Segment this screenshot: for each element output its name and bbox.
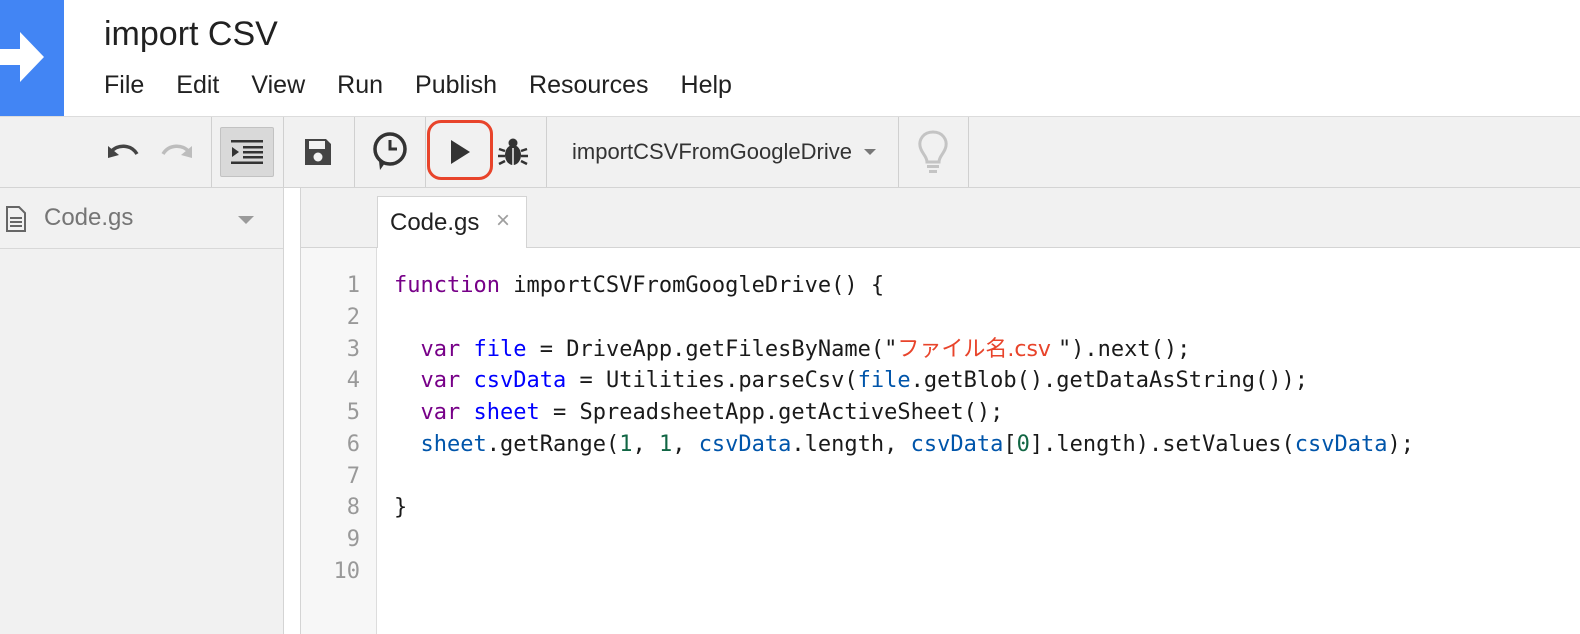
code-string: ファイル名.csv	[897, 337, 1058, 362]
code-token: csvData	[698, 432, 792, 457]
line-number: 2	[346, 305, 360, 330]
code-token: var	[420, 368, 461, 393]
code-token: ,	[632, 432, 659, 457]
menu-file[interactable]: File	[104, 70, 144, 100]
file-name: Code.gs	[44, 204, 134, 231]
run-button[interactable]	[440, 117, 480, 187]
code-token: = SpreadsheetApp.getActiveSheet();	[539, 400, 1004, 425]
chevron-down-icon	[863, 149, 876, 155]
app-header: import CSV File Edit View Run Publish Re…	[0, 0, 1580, 117]
close-icon[interactable]: ×	[496, 208, 510, 234]
code-token: ,	[672, 432, 699, 457]
code-token: sheet	[473, 400, 540, 425]
line-number: 6	[346, 432, 360, 457]
arrow-right-icon	[0, 32, 44, 82]
indent-icon	[231, 140, 263, 164]
save-icon	[305, 139, 331, 165]
chevron-down-icon[interactable]	[238, 216, 254, 224]
line-number: 4	[346, 368, 360, 393]
code-token: importCSVFromGoogleDrive() {	[499, 273, 885, 298]
editor-tab-bar: Code.gs ×	[301, 188, 1580, 248]
toolbar-separator	[898, 117, 899, 187]
code-token: function	[394, 273, 500, 298]
toolbar: importCSVFromGoogleDrive	[0, 117, 1580, 188]
code-token: ファイル名.csv	[897, 337, 1058, 362]
line-number: 5	[346, 400, 360, 425]
bug-icon	[498, 138, 528, 166]
line-number: 8	[346, 495, 360, 520]
code-token: csvData	[1294, 432, 1388, 457]
line-number: 1	[346, 273, 360, 298]
toolbar-separator	[425, 117, 426, 187]
code-token: ").next();	[1057, 337, 1191, 362]
menu-run[interactable]: Run	[337, 70, 383, 100]
code-token: );	[1387, 432, 1414, 457]
code-token: .getRange(	[486, 432, 620, 457]
code-line-1: function importCSVFromGoogleDrive() {	[394, 270, 884, 302]
code-token: .getBlob().getDataAsString());	[910, 368, 1308, 393]
file-panel: Code.gs	[0, 188, 284, 634]
toolbar-separator	[211, 117, 212, 187]
code-token: 0	[1016, 432, 1030, 457]
triggers-button[interactable]	[368, 117, 412, 187]
menu-publish[interactable]: Publish	[415, 70, 497, 100]
code-token: .length,	[791, 432, 911, 457]
code-token: var	[420, 337, 461, 362]
toolbar-separator	[968, 117, 969, 187]
line-number: 7	[346, 464, 360, 489]
function-select[interactable]: importCSVFromGoogleDrive	[572, 117, 876, 187]
menu-edit[interactable]: Edit	[176, 70, 219, 100]
line-number-gutter: 1 2 3 4 5 6 7 8 9 10	[301, 248, 377, 634]
toolbar-separator	[546, 117, 547, 187]
code-line-8: }	[394, 492, 407, 524]
code-token: file	[857, 368, 911, 393]
app-logo[interactable]	[0, 0, 64, 116]
toolbar-separator	[354, 117, 355, 187]
line-number: 9	[346, 527, 360, 552]
code-line-4: var csvData = Utilities.parseCsv(file.ge…	[394, 365, 1308, 397]
menu-resources[interactable]: Resources	[529, 70, 649, 100]
code-token: csvData	[473, 368, 567, 393]
code-line-5: var sheet = SpreadsheetApp.getActiveShee…	[394, 397, 1004, 429]
file-item-code-gs[interactable]: Code.gs	[0, 188, 283, 249]
code-token: 1	[658, 432, 673, 457]
code-token: [	[1003, 432, 1017, 457]
function-select-value: importCSVFromGoogleDrive	[572, 139, 852, 164]
code-line-3: var file = DriveApp.getFilesByName("ファイル…	[394, 334, 1191, 366]
undo-icon	[108, 144, 139, 158]
code-token: }	[394, 495, 408, 520]
file-icon	[6, 206, 26, 232]
menu-bar: File Edit View Run Publish Resources Hel…	[104, 70, 764, 100]
save-button[interactable]	[298, 117, 338, 187]
redo-icon	[161, 144, 192, 158]
line-number: 10	[333, 559, 361, 584]
project-title[interactable]: import CSV	[104, 14, 278, 54]
undo-button[interactable]	[104, 117, 144, 187]
code-token: = DriveApp.getFilesByName("	[526, 337, 898, 362]
code-token: file	[473, 337, 527, 362]
code-token: = Utilities.parseCsv(	[566, 368, 858, 393]
code-token: ].length).setValues(	[1029, 432, 1295, 457]
play-icon	[451, 140, 470, 164]
lightbulb-button[interactable]	[910, 117, 956, 187]
code-token: 1	[619, 432, 633, 457]
lightbulb-icon	[918, 130, 948, 173]
panel-divider[interactable]	[284, 188, 301, 634]
code-line-6: sheet.getRange(1, 1, csvData.length, csv…	[394, 429, 1414, 461]
line-number: 3	[346, 337, 360, 362]
tab-code-gs[interactable]: Code.gs ×	[377, 196, 527, 248]
redo-button[interactable]	[156, 117, 196, 187]
code-token: sheet	[420, 432, 487, 457]
auto-indent-toggle[interactable]	[220, 127, 274, 177]
debug-button[interactable]	[494, 117, 532, 187]
code-token: csvData	[910, 432, 1004, 457]
code-editor[interactable]: function importCSVFromGoogleDrive() { va…	[377, 248, 1580, 634]
menu-view[interactable]: View	[251, 70, 305, 100]
clock-icon	[373, 132, 407, 170]
code-token: var	[420, 400, 461, 425]
toolbar-separator	[283, 117, 284, 187]
tab-label: Code.gs	[390, 209, 480, 236]
menu-help[interactable]: Help	[681, 70, 732, 100]
